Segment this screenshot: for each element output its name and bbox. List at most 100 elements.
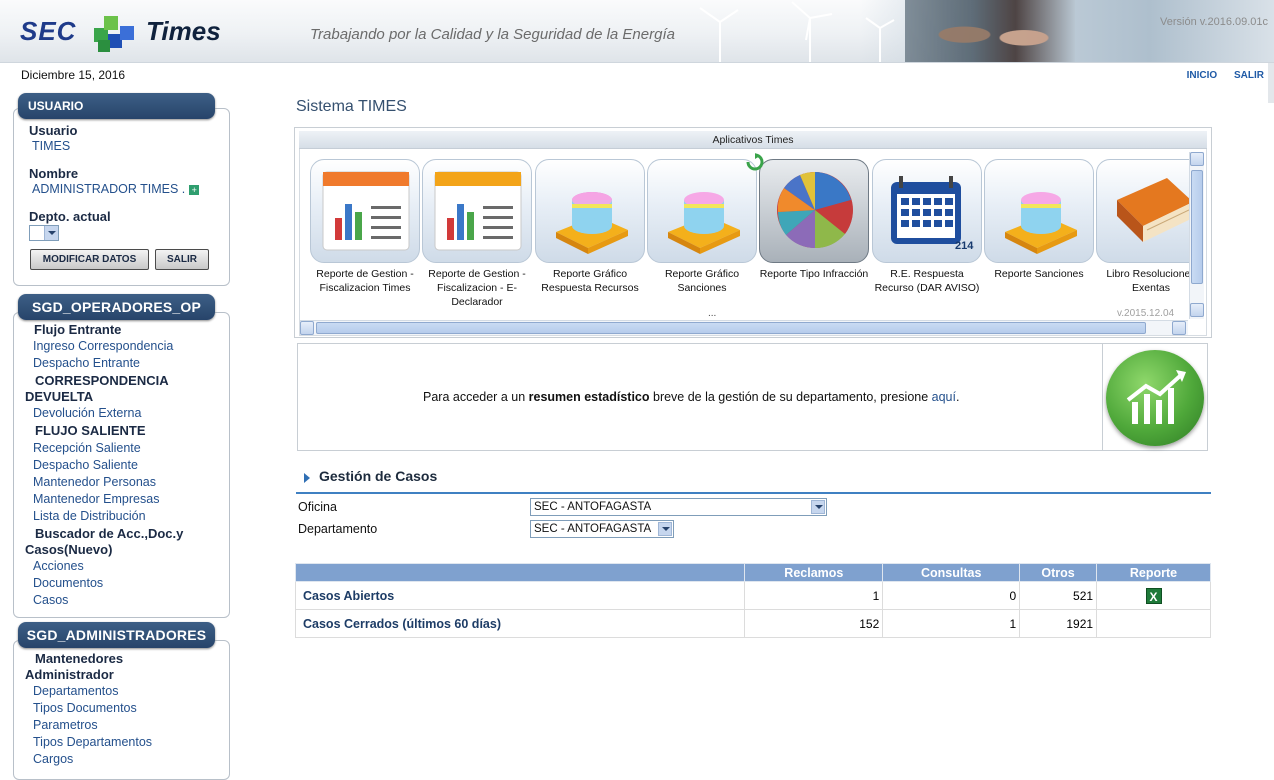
otros-cell: 521 [1019, 581, 1098, 610]
lista-distribucion-link[interactable]: Lista de Distribución [33, 509, 146, 523]
devolucion-externa-link[interactable]: Devolución Externa [33, 406, 141, 420]
page-title: Sistema TIMES [296, 98, 407, 115]
app-item[interactable]: Reporte de Gestion - Fiscalizacion Times [309, 159, 421, 295]
mantenedor-personas-link[interactable]: Mantenedor Personas [33, 475, 156, 489]
banner-photo [905, 0, 1075, 62]
column-header: Consultas [882, 563, 1021, 582]
recepcion-saliente-link[interactable]: Recepción Saliente [33, 441, 141, 455]
excel-icon[interactable]: X [1145, 587, 1162, 604]
tipos-documentos-link[interactable]: Tipos Documentos [33, 701, 137, 715]
stats-text: Para acceder a un resumen estadístico br… [423, 390, 959, 404]
cases-section-header[interactable]: Gestión de Casos [296, 464, 1211, 494]
table-row: Casos Abiertos 1 0 521 X [294, 581, 1211, 610]
apps-horizontal-scrollbar[interactable] [300, 320, 1188, 335]
cases-table: Reclamos Consultas Otros Reporte Casos A… [294, 563, 1211, 638]
app-item[interactable]: Reporte de Gestion - Fiscalizacion - E-D… [421, 159, 533, 309]
mantenedor-empresas-link[interactable]: Mantenedor Empresas [33, 492, 159, 506]
app-item[interactable]: Reporte Sanciones [983, 159, 1095, 281]
salir-button[interactable]: SALIR [155, 249, 209, 270]
app-label: Libro Resoluciones Exentas [1106, 268, 1189, 294]
depto-select[interactable] [29, 225, 59, 241]
parametros-link[interactable]: Parametros [33, 718, 98, 732]
scroll-up-icon[interactable] [1190, 152, 1204, 166]
correspondencia-devuelta-heading: CORRESPONDENCIA [35, 373, 169, 388]
correspondencia-devuelta-heading-cont: DEVUELTA [25, 389, 94, 404]
modificar-datos-button[interactable]: MODIFICAR DATOS [30, 249, 149, 270]
triangle-right-icon [304, 473, 310, 483]
scroll-right-icon[interactable] [1172, 321, 1186, 335]
usuario-value: TIMES [32, 139, 71, 153]
app-item[interactable]: Reporte Gráfico Sanciones [646, 159, 758, 295]
app-item-clip: Libro Resoluciones Exentas [1095, 159, 1189, 309]
oficina-select[interactable]: SEC - ANTOFAGASTA [530, 498, 827, 516]
wind-turbine-icon [699, 7, 739, 62]
chevron-down-icon [44, 226, 58, 240]
row-label[interactable]: Casos Cerrados (últimos 60 días) [294, 609, 746, 638]
stats-link[interactable]: aquí [932, 390, 956, 404]
app-label: Reporte Gráfico Respuesta Recursos [541, 268, 639, 294]
chevron-down-icon [658, 522, 672, 536]
inicio-link[interactable]: INICIO [1187, 70, 1218, 81]
salir-link[interactable]: SALIR [1234, 70, 1264, 81]
administradores-panel-tab: SGD_ADMINISTRADORES [18, 622, 215, 648]
app-item[interactable]: 214 R.E. Respuesta Recurso (DAR AVISO) [871, 159, 983, 295]
app-label: Reporte Gráfico Sanciones [664, 268, 740, 294]
buscador-heading-cont: Casos(Nuevo) [25, 542, 113, 557]
consultas-cell: 0 [882, 581, 1021, 610]
user-panel-tab: USUARIO [18, 93, 215, 119]
growth-chart-icon[interactable] [1106, 350, 1204, 446]
current-date: Diciembre 15, 2016 [21, 68, 126, 82]
sec-logo: SEC [20, 16, 77, 46]
acciones-link[interactable]: Acciones [33, 559, 84, 573]
apps-title: Aplicativos Times [299, 131, 1207, 149]
database-book-icon[interactable] [984, 159, 1094, 263]
tagline: Trabajando por la Calidad y la Seguridad… [310, 26, 675, 43]
calendar-icon[interactable]: 214 [872, 159, 982, 263]
row-label[interactable]: Casos Abiertos [294, 581, 746, 610]
scroll-down-icon[interactable] [1190, 303, 1204, 317]
book-icon[interactable] [1096, 159, 1189, 263]
scroll-left-icon[interactable] [300, 321, 314, 335]
app-label: Reporte de Gestion - Fiscalizacion Times [316, 268, 414, 294]
casos-link[interactable]: Casos [33, 593, 68, 607]
version-label: Versión v.2016.09.01c [1160, 16, 1269, 28]
app-item[interactable]: Reporte Tipo Infracción [758, 159, 870, 281]
chevron-down-icon [811, 500, 825, 514]
scroll-thumb[interactable] [1191, 170, 1203, 284]
app-label: R.E. Respuesta Recurso (DAR AVISO) [874, 268, 980, 294]
apps-vertical-scrollbar[interactable] [1189, 152, 1204, 319]
report-chart-icon[interactable] [310, 159, 420, 263]
table-header-row: Reclamos Consultas Otros Reporte [294, 563, 1211, 582]
cases-title: Gestión de Casos [319, 468, 438, 484]
despacho-saliente-link[interactable]: Despacho Saliente [33, 458, 138, 472]
departamento-select[interactable]: SEC - ANTOFAGASTA [530, 520, 674, 538]
reclamos-cell: 152 [744, 609, 884, 638]
pie-chart-icon[interactable] [759, 159, 869, 263]
stats-bold: resumen estadístico [528, 390, 650, 404]
column-header: Reporte [1096, 563, 1211, 582]
scroll-thumb[interactable] [316, 322, 1146, 334]
documentos-link[interactable]: Documentos [33, 576, 103, 590]
tipos-departamentos-link[interactable]: Tipos Departamentos [33, 735, 152, 749]
times-logo: Times [146, 16, 221, 46]
usuario-label: Usuario [29, 123, 78, 138]
plus-icon[interactable]: + [189, 185, 200, 195]
despacho-entrante-link[interactable]: Despacho Entrante [33, 356, 140, 370]
apps-ellipsis: ... [708, 308, 717, 319]
database-book-icon[interactable] [647, 159, 757, 263]
oficina-label: Oficina [298, 500, 337, 514]
report-chart-icon[interactable] [422, 159, 532, 263]
consultas-cell: 1 [882, 609, 1021, 638]
page-edge [1268, 63, 1274, 103]
departamentos-link[interactable]: Departamentos [33, 684, 118, 698]
cargos-link[interactable]: Cargos [33, 752, 73, 766]
refresh-icon[interactable] [746, 153, 764, 171]
app-item[interactable]: Reporte Gráfico Respuesta Recursos [534, 159, 646, 295]
app-item[interactable]: Libro Resoluciones Exentas [1095, 159, 1189, 295]
otros-cell: 1921 [1019, 609, 1098, 638]
ingreso-correspondencia-link[interactable]: Ingreso Correspondencia [33, 339, 173, 353]
database-book-icon[interactable] [535, 159, 645, 263]
buscador-heading: Buscador de Acc.,Doc.y [35, 526, 184, 541]
oficina-value: SEC - ANTOFAGASTA [534, 501, 652, 513]
operadores-panel-tab: SGD_OPERADORES_OP [18, 294, 215, 320]
